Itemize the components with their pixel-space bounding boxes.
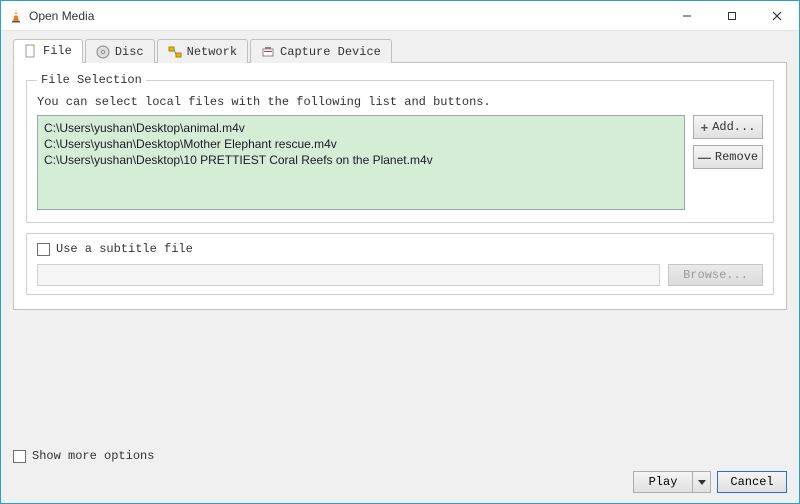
file-icon xyxy=(24,44,38,58)
open-media-window: Open Media File Disc xyxy=(0,0,800,504)
subtitle-path-field xyxy=(37,264,660,286)
close-button[interactable] xyxy=(754,1,799,31)
list-item[interactable]: C:\Users\yushan\Desktop\Mother Elephant … xyxy=(44,136,678,152)
add-button[interactable]: + Add... xyxy=(693,115,763,139)
maximize-button[interactable] xyxy=(709,1,754,31)
tab-bar: File Disc Network Capture Device xyxy=(13,39,787,63)
plus-icon: + xyxy=(701,120,709,135)
subtitle-group: Use a subtitle file Browse... xyxy=(26,233,774,295)
titlebar: Open Media xyxy=(1,1,799,31)
file-buttons: + Add... — Remove xyxy=(693,115,763,210)
network-icon xyxy=(168,45,182,59)
tab-file[interactable]: File xyxy=(13,39,83,63)
tab-capture-label: Capture Device xyxy=(280,45,381,59)
play-dropdown-button[interactable] xyxy=(693,471,711,493)
cancel-button[interactable]: Cancel xyxy=(717,471,787,493)
tab-file-label: File xyxy=(43,44,72,58)
tab-disc-label: Disc xyxy=(115,45,144,59)
browse-label: Browse... xyxy=(683,268,748,282)
play-button[interactable]: Play xyxy=(633,471,693,493)
capture-device-icon xyxy=(261,45,275,59)
remove-button[interactable]: — Remove xyxy=(693,145,763,169)
file-tab-panel: File Selection You can select local file… xyxy=(13,62,787,310)
file-selection-group: File Selection You can select local file… xyxy=(26,73,774,223)
window-title: Open Media xyxy=(29,9,664,23)
file-selection-hint: You can select local files with the foll… xyxy=(37,95,763,109)
chevron-down-icon xyxy=(698,480,706,485)
add-button-label: Add... xyxy=(712,120,755,134)
disc-icon xyxy=(96,45,110,59)
list-item[interactable]: C:\Users\yushan\Desktop\animal.m4v xyxy=(44,120,678,136)
file-selection-legend: File Selection xyxy=(37,73,146,87)
file-list[interactable]: C:\Users\yushan\Desktop\animal.m4v C:\Us… xyxy=(37,115,685,210)
dialog-content: File Disc Network Capture Device xyxy=(1,31,799,441)
play-label: Play xyxy=(649,475,678,489)
bottom-bar: Show more options Play Cancel xyxy=(1,441,799,503)
show-more-options-label: Show more options xyxy=(32,449,154,463)
tab-disc[interactable]: Disc xyxy=(85,39,155,63)
use-subtitle-checkbox[interactable] xyxy=(37,243,50,256)
use-subtitle-label: Use a subtitle file xyxy=(56,242,193,256)
list-item[interactable]: C:\Users\yushan\Desktop\10 PRETTIEST Cor… xyxy=(44,152,678,168)
tab-network-label: Network xyxy=(187,45,237,59)
cancel-label: Cancel xyxy=(730,475,773,489)
tab-network[interactable]: Network xyxy=(157,39,248,63)
browse-subtitle-button: Browse... xyxy=(668,264,763,286)
tab-capture-device[interactable]: Capture Device xyxy=(250,39,392,63)
minimize-button[interactable] xyxy=(664,1,709,31)
remove-button-label: Remove xyxy=(715,150,758,164)
vlc-cone-icon xyxy=(9,9,23,23)
show-more-options-checkbox[interactable] xyxy=(13,450,26,463)
minus-icon: — xyxy=(698,150,711,165)
